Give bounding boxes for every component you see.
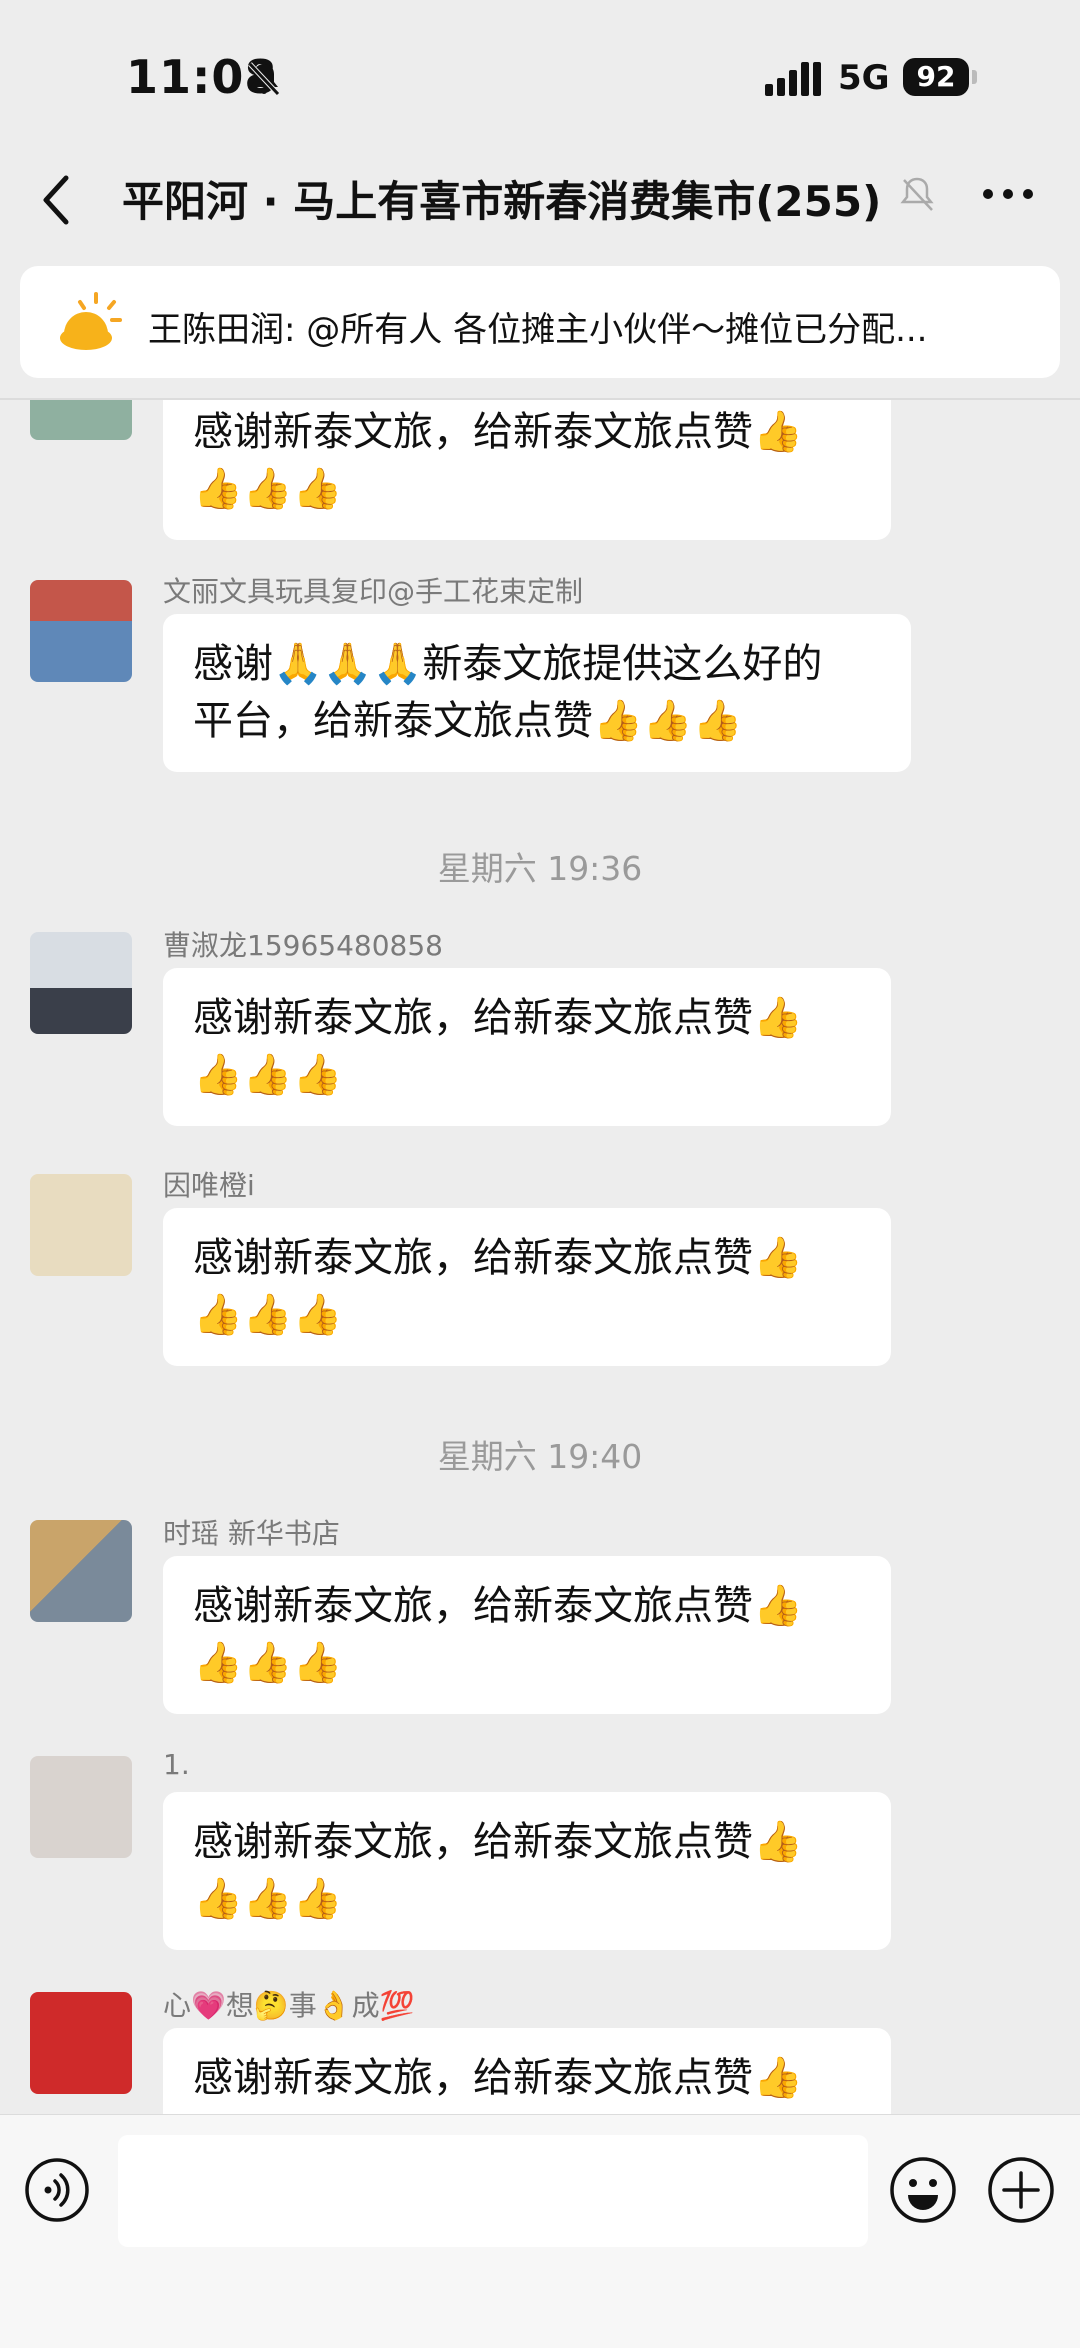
message-bubble[interactable]: 感谢🙏🙏🙏新泰文旅提供这么好的 平台，给新泰文旅点赞👍👍👍 <box>163 614 911 772</box>
voice-input-icon[interactable] <box>24 2157 90 2223</box>
mute-bell-icon <box>248 62 280 96</box>
message-bubble[interactable]: 感谢新泰文旅，给新泰文旅点赞👍 👍👍👍 <box>163 1792 891 1950</box>
status-bar: 11:08 5G 92 <box>0 0 1080 150</box>
input-bar <box>0 2114 1080 2348</box>
message-text: 感谢新泰文旅，给新泰文旅点赞👍 <box>193 1819 803 1865</box>
avatar[interactable] <box>30 1992 132 2094</box>
avatar[interactable] <box>30 1756 132 1858</box>
message-bubble[interactable]: 感谢新泰文旅，给新泰文旅点赞👍 👍👍👍 <box>163 1556 891 1714</box>
add-more-icon[interactable] <box>986 2155 1056 2225</box>
muted-bell-icon <box>900 177 934 211</box>
sender-name: 因唯橙i <box>163 1169 255 1202</box>
sender-name: 心💗想🤔事👌成💯 <box>163 1989 415 2022</box>
avatar[interactable] <box>30 932 132 1034</box>
message-list[interactable]: 感谢新泰文旅，给新泰文旅点赞👍 👍👍👍 文丽文具玩具复印@手工花束定制 感谢🙏🙏… <box>0 400 1080 2114</box>
message-text: 👍👍👍 <box>193 1292 343 1338</box>
message-text: 👍👍👍 <box>193 1640 343 1686</box>
chat-title: 平阳河 · 马上有喜市新春消费集市(255) <box>122 177 882 226</box>
announcement-text: 王陈田润: @所有人 各位摊主小伙伴～摊位已分配... <box>148 310 928 350</box>
avatar[interactable] <box>30 580 132 682</box>
group-announcement[interactable]: 王陈田润: @所有人 各位摊主小伙伴～摊位已分配... <box>20 266 1060 378</box>
more-options-icon[interactable] <box>978 174 1038 214</box>
battery-level: 92 <box>903 58 969 96</box>
message-bubble[interactable]: 感谢新泰文旅，给新泰文旅点赞👍 <box>163 2028 891 2114</box>
message-text: 👍👍👍 <box>193 466 343 512</box>
message-text: 👍👍👍 <box>193 1052 343 1098</box>
message-text: 平台，给新泰文旅点赞👍👍👍 <box>193 698 743 744</box>
sender-name: 1. <box>163 1748 190 1781</box>
message-text: 感谢新泰文旅，给新泰文旅点赞👍 <box>193 409 803 455</box>
message-bubble[interactable]: 感谢新泰文旅，给新泰文旅点赞👍 👍👍👍 <box>163 1208 891 1366</box>
message-input[interactable] <box>118 2135 868 2247</box>
message-text: 感谢🙏🙏🙏新泰文旅提供这么好的 <box>193 641 823 687</box>
message-text: 感谢新泰文旅，给新泰文旅点赞👍 <box>193 995 803 1041</box>
message-text: 感谢新泰文旅，给新泰文旅点赞👍 <box>193 1235 803 1281</box>
timestamp: 星期六 19:40 <box>437 1437 643 1476</box>
announcement-sun-icon <box>60 292 122 350</box>
emoji-icon[interactable] <box>888 2155 958 2225</box>
message-text: 感谢新泰文旅，给新泰文旅点赞👍 <box>193 1583 803 1629</box>
signal-icon <box>765 62 821 96</box>
battery-tip <box>972 70 977 84</box>
sender-name: 时瑶 新华书店 <box>163 1517 340 1550</box>
message-bubble[interactable]: 感谢新泰文旅，给新泰文旅点赞👍 👍👍👍 <box>163 400 891 540</box>
chat-header: 平阳河 · 马上有喜市新春消费集市(255) <box>0 150 1080 260</box>
network-type: 5G <box>838 58 890 98</box>
avatar[interactable] <box>30 1520 132 1622</box>
sender-name: 曹淑龙15965480858 <box>163 929 443 962</box>
message-text: 👍👍👍 <box>193 1876 343 1922</box>
timestamp: 星期六 19:36 <box>437 849 643 888</box>
back-arrow-icon[interactable] <box>36 170 76 230</box>
message-bubble[interactable]: 感谢新泰文旅，给新泰文旅点赞👍 👍👍👍 <box>163 968 891 1126</box>
message-text: 感谢新泰文旅，给新泰文旅点赞👍 <box>193 2055 803 2101</box>
sender-name: 文丽文具玩具复印@手工花束定制 <box>163 575 584 608</box>
avatar[interactable] <box>30 1174 132 1276</box>
avatar[interactable] <box>30 400 132 440</box>
